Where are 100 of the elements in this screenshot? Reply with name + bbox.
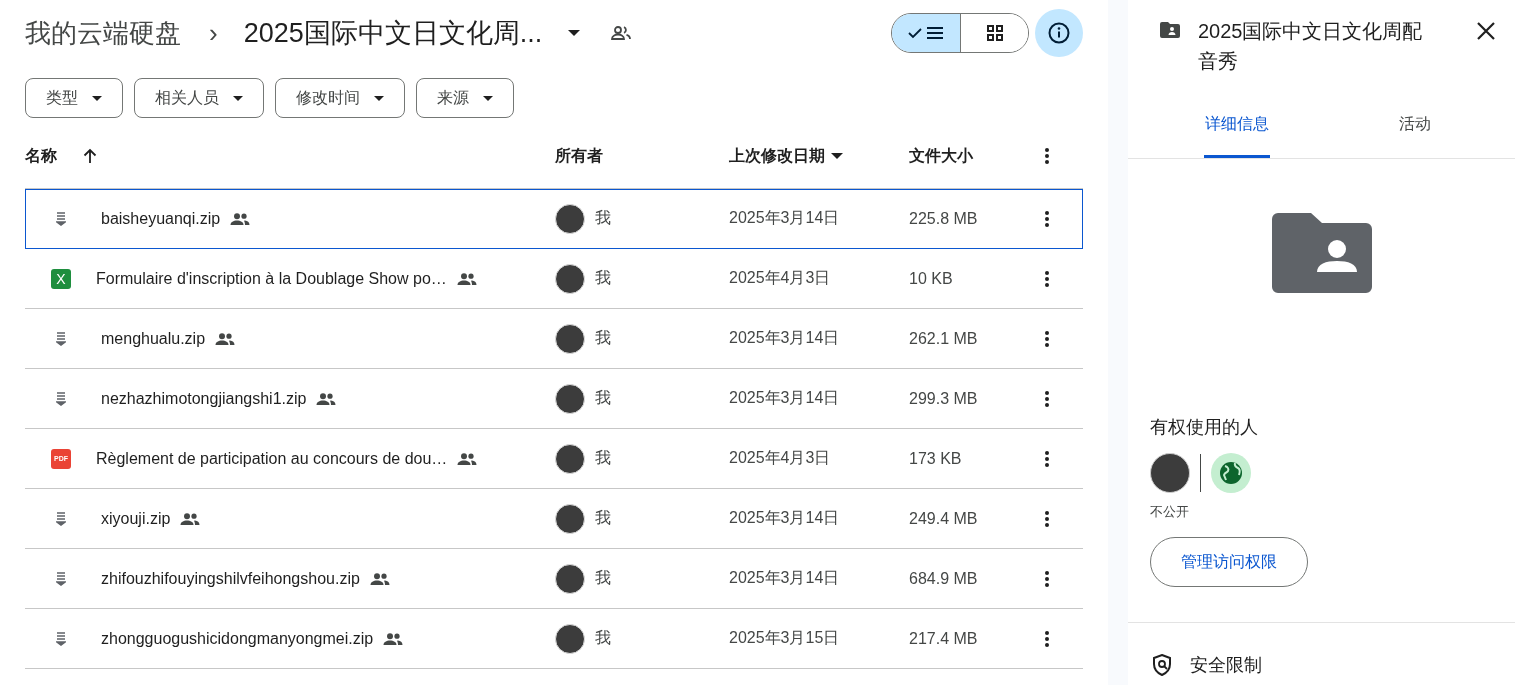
file-name: zhifouzhifouyingshilvfeihongshou.zip: [101, 569, 360, 588]
filter-dropdown[interactable]: 相关人员: [134, 78, 264, 118]
file-name: nezhazhimotongjiangshi1.zip: [101, 389, 307, 408]
file-row[interactable]: xiyouji.zip 我 2025年3月14日 249.4 MB: [25, 489, 1083, 549]
file-name: baisheyuanqi.zip: [101, 209, 221, 228]
file-size: 249.4 MB: [909, 509, 979, 528]
checkmark-icon: [908, 27, 922, 39]
file-row[interactable]: zhongguogushicidongmanyongmei.zip 我 2025年3月15日 217.4 MB: [25, 609, 1083, 669]
close-icon[interactable]: [1477, 22, 1495, 40]
column-header[interactable]: 名称: [25, 145, 57, 167]
caret-icon: [374, 95, 384, 101]
zip-file-icon: [56, 391, 66, 406]
panel-tab[interactable]: 详细信息: [1204, 94, 1270, 158]
zip-file-icon: [56, 331, 66, 346]
modified-date: 2025年3月14日: [729, 508, 841, 528]
shared-folder-icon: [1160, 22, 1180, 38]
more-options-icon[interactable]: [1045, 570, 1049, 587]
modified-date: 2025年4月3日: [729, 448, 832, 468]
list-view-button[interactable]: [892, 14, 960, 52]
more-options-icon[interactable]: [1045, 390, 1049, 407]
access-status: 不公开: [1150, 503, 1189, 521]
section-heading: 安全限制: [1190, 654, 1262, 677]
more-options-icon[interactable]: [1045, 450, 1049, 467]
file-row[interactable]: nezhazhimotongjiangshi1.zip 我 2025年3月14日 299.3 MB: [25, 369, 1083, 429]
breadcrumb-link[interactable]: 我的云端硬盘: [25, 15, 181, 51]
more-options-icon[interactable]: [1045, 270, 1049, 287]
owner-name: 我: [595, 268, 611, 288]
caret-icon: [483, 95, 493, 101]
file-name: Règlement de participation au concours de dou…: [96, 449, 448, 468]
info-icon: [1047, 21, 1071, 45]
owner-name: 我: [595, 508, 611, 528]
list-icon: [926, 26, 944, 40]
avatar: [555, 503, 585, 534]
filter-dropdown[interactable]: 修改时间: [275, 78, 405, 118]
modified-date: 2025年3月14日: [729, 568, 841, 588]
zip-file-icon: [56, 631, 66, 646]
zip-file-icon: [56, 511, 66, 526]
more-options-icon[interactable]: [1045, 630, 1049, 647]
owner-name: 我: [595, 388, 611, 408]
more-options-icon[interactable]: [1045, 210, 1049, 227]
file-row[interactable]: baisheyuanqi.zip 我 2025年3月14日 225.8 MB: [25, 189, 1083, 249]
owner-name: 我: [595, 568, 611, 588]
file-size: 225.8 MB: [909, 209, 979, 228]
manage-access-button[interactable]: 管理访问权限: [1150, 537, 1308, 587]
avatar: [1150, 453, 1190, 493]
file-size: 299.3 MB: [909, 389, 979, 408]
modified-date: 2025年3月14日: [729, 328, 841, 348]
file-row[interactable]: zhifouzhifouyingshilvfeihongshou.zip 我 2025年3月14日 684.9 MB: [25, 549, 1083, 609]
avatar: [555, 443, 585, 474]
column-header[interactable]: 文件大小: [909, 145, 973, 167]
shared-folder-icon: [1271, 213, 1372, 293]
breadcrumb-separator: ›: [209, 17, 218, 49]
avatar: [555, 623, 585, 654]
avatar: [555, 563, 585, 594]
file-size: 684.9 MB: [909, 569, 979, 588]
filter-dropdown[interactable]: 类型: [25, 78, 123, 118]
folder-title-button[interactable]: 2025国际中文日文化周...: [243, 15, 543, 51]
panel-tab[interactable]: 活动: [1314, 94, 1515, 158]
panel-title: 2025国际中文日文化周配音秀: [1198, 19, 1424, 74]
caret-icon: [92, 95, 102, 101]
owner-name: 我: [595, 628, 611, 648]
file-row[interactable]: menghualu.zip 我 2025年3月14日 262.1 MB: [25, 309, 1083, 369]
file-name: zhongguogushicidongmanyongmei.zip: [101, 629, 374, 648]
caret-icon: [233, 95, 243, 101]
sort-ascending-icon[interactable]: [83, 148, 97, 164]
caret-icon[interactable]: [568, 30, 581, 36]
spreadsheet-file-icon: X: [51, 268, 71, 289]
modified-date: 2025年3月15日: [729, 628, 841, 648]
file-size: 217.4 MB: [909, 629, 979, 648]
modified-date: 2025年3月14日: [729, 208, 841, 228]
owner-name: 我: [595, 208, 611, 228]
owner-name: 我: [595, 328, 611, 348]
avatar: [555, 323, 585, 354]
sort-descending-icon[interactable]: [831, 153, 843, 159]
column-header[interactable]: 上次修改日期: [729, 145, 825, 167]
people-icon[interactable]: [610, 26, 633, 40]
grid-view-button[interactable]: [960, 14, 1028, 52]
grid-icon: [985, 24, 1004, 42]
avatar: [555, 203, 585, 234]
info-button[interactable]: [1035, 9, 1083, 57]
zip-file-icon: [56, 571, 66, 586]
section-heading: 有权使用的人: [1150, 416, 1258, 439]
avatar: [555, 383, 585, 414]
file-size: 262.1 MB: [909, 329, 979, 348]
filter-dropdown[interactable]: 来源: [416, 78, 514, 118]
owner-name: 我: [595, 448, 611, 468]
file-name: Formulaire d'inscription à la Doublage Show po…: [96, 269, 447, 288]
file-name: menghualu.zip: [101, 329, 206, 348]
more-options-icon[interactable]: [1045, 330, 1049, 347]
zip-file-icon: [56, 211, 66, 226]
modified-date: 2025年4月3日: [729, 268, 832, 288]
more-options-icon[interactable]: [1045, 510, 1049, 527]
file-row[interactable]: X Formulaire d'inscription à la Doublage Show po… 我 2025年4月3日 10 KB: [25, 249, 1083, 309]
more-options-icon[interactable]: [1045, 148, 1049, 164]
modified-date: 2025年3月14日: [729, 388, 841, 408]
globe-icon: [1211, 453, 1251, 493]
file-name: xiyouji.zip: [101, 509, 171, 528]
column-header[interactable]: 所有者: [555, 145, 603, 167]
file-size: 173 KB: [909, 449, 963, 468]
file-size: 10 KB: [909, 269, 954, 288]
